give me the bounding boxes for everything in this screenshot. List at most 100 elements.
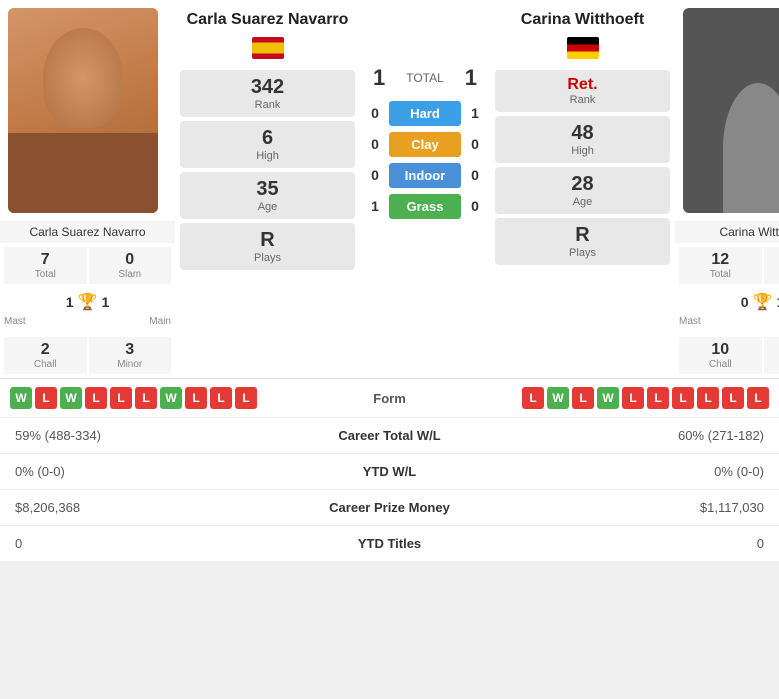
right-form-badges: L W L W L L L L L L <box>446 387 770 409</box>
right-plays-box: R Plays <box>495 218 670 265</box>
right-high-box: 48 High <box>495 116 670 163</box>
right-minor-cell: 1 Minor <box>764 337 779 374</box>
right-ytd-wl: 0% (0-0) <box>490 464 765 479</box>
ytd-wl-row: 0% (0-0) YTD W/L 0% (0-0) <box>0 453 779 489</box>
left-total-score: 1 <box>373 65 385 91</box>
right-slam-cell: 0 Slam <box>764 247 779 284</box>
right-hard-score: 1 <box>465 105 485 121</box>
left-high-box: 6 High <box>180 121 355 168</box>
left-ytd-wl: 0% (0-0) <box>15 464 290 479</box>
court-row-grass: 1 Grass 0 <box>365 194 485 219</box>
left-form-4: L <box>85 387 107 409</box>
total-row: 1 Total 1 <box>365 65 485 91</box>
left-prize: $8,206,368 <box>15 500 290 515</box>
left-stats-grid: 7 Total 0 Slam <box>0 243 175 288</box>
right-ytd-titles: 0 <box>490 536 765 551</box>
left-form-2: L <box>35 387 57 409</box>
left-trophy-row: 1 🏆 1 <box>0 288 175 316</box>
right-form-8: L <box>697 387 719 409</box>
court-row-indoor: 0 Indoor 0 <box>365 163 485 188</box>
right-form-1: L <box>522 387 544 409</box>
right-flag-de <box>567 37 599 59</box>
right-form-2: W <box>547 387 569 409</box>
left-career-total: 59% (488-334) <box>15 428 290 443</box>
right-player-name-below: Carina Witthoeft <box>675 221 779 243</box>
main-container: Carla Suarez Navarro 7 Total 0 Slam 1 🏆 … <box>0 0 779 561</box>
left-total-cell: 7 Total <box>4 247 87 284</box>
left-form-7: W <box>160 387 182 409</box>
right-form-4: W <box>597 387 619 409</box>
right-grass-score: 0 <box>465 198 485 214</box>
left-player-col: Carla Suarez Navarro 7 Total 0 Slam 1 🏆 … <box>0 0 175 378</box>
left-flag <box>252 37 284 62</box>
left-flag-es <box>252 37 284 59</box>
right-chall-minor: 10 Chall 1 Minor <box>675 333 779 378</box>
left-form-9: L <box>210 387 232 409</box>
courts-section: 1 Total 1 0 Hard 1 0 Clay 0 0 <box>360 0 490 284</box>
left-form-3: W <box>60 387 82 409</box>
right-age-box: 28 Age <box>495 167 670 214</box>
right-mast-cell: 0 🏆 1 <box>679 292 779 312</box>
left-mast-cell: 1 🏆 1 <box>4 292 171 312</box>
right-trophy-row: 0 🏆 1 <box>675 288 779 316</box>
right-form-9: L <box>722 387 744 409</box>
left-center-stats: Carla Suarez Navarro 342 Rank 6 High 35 … <box>175 0 360 284</box>
left-age-box: 35 Age <box>180 172 355 219</box>
right-indoor-score: 0 <box>465 167 485 183</box>
prize-label: Career Prize Money <box>290 500 490 515</box>
career-total-row: 59% (488-334) Career Total W/L 60% (271-… <box>0 417 779 453</box>
indoor-badge: Indoor <box>389 163 461 188</box>
right-stats-grid: 12 Total 0 Slam <box>675 243 779 288</box>
right-mast-main-labels: Mast Main <box>675 316 779 333</box>
right-form-3: L <box>572 387 594 409</box>
clay-badge: Clay <box>389 132 461 157</box>
right-player-face <box>683 8 779 213</box>
right-prize: $1,117,030 <box>490 500 765 515</box>
ytd-titles-row: 0 YTD Titles 0 <box>0 525 779 561</box>
left-form-8: L <box>185 387 207 409</box>
ytd-titles-label: YTD Titles <box>290 536 490 551</box>
left-ytd-titles: 0 <box>15 536 290 551</box>
court-row-clay: 0 Clay 0 <box>365 132 485 157</box>
left-player-photo <box>8 8 158 213</box>
left-indoor-score: 0 <box>365 167 385 183</box>
ytd-wl-label: YTD W/L <box>290 464 490 479</box>
career-total-label: Career Total W/L <box>290 428 490 443</box>
right-rank-box: Ret. Rank <box>495 70 670 112</box>
right-form-6: L <box>647 387 669 409</box>
left-rank-box: 342 Rank <box>180 70 355 117</box>
right-flag <box>567 37 599 62</box>
left-grass-score: 1 <box>365 198 385 214</box>
left-minor-cell: 3 Minor <box>89 337 172 374</box>
left-form-6: L <box>135 387 157 409</box>
left-form-10: L <box>235 387 257 409</box>
right-career-total: 60% (271-182) <box>490 428 765 443</box>
left-mast-main-labels: Mast Main <box>0 316 175 333</box>
grass-badge: Grass <box>389 194 461 219</box>
right-form-5: L <box>622 387 644 409</box>
court-row-hard: 0 Hard 1 <box>365 101 485 126</box>
left-player-name: Carla Suarez Navarro <box>187 10 349 31</box>
form-label: Form <box>340 391 440 406</box>
left-player-name-below: Carla Suarez Navarro <box>0 221 175 243</box>
center-col: Carla Suarez Navarro 342 Rank 6 High 35 … <box>175 0 675 284</box>
total-label: Total <box>406 71 444 85</box>
left-slam-cell: 0 Slam <box>89 247 172 284</box>
right-center-stats: Carina Witthoeft Ret. Rank 48 High 28 Ag… <box>490 0 675 284</box>
right-chall-cell: 10 Chall <box>679 337 762 374</box>
players-row: Carla Suarez Navarro 7 Total 0 Slam 1 🏆 … <box>0 0 779 378</box>
left-form-5: L <box>110 387 132 409</box>
right-form-7: L <box>672 387 694 409</box>
right-player-name: Carina Witthoeft <box>521 10 644 31</box>
right-player-photo <box>683 8 779 213</box>
right-total-score: 1 <box>465 65 477 91</box>
hard-badge: Hard <box>389 101 461 126</box>
left-form-1: W <box>10 387 32 409</box>
left-form-badges: W L W L L L W L L L <box>10 387 334 409</box>
form-section: W L W L L L W L L L Form L W L W L L L L… <box>0 378 779 417</box>
right-clay-score: 0 <box>465 136 485 152</box>
left-hard-score: 0 <box>365 105 385 121</box>
stats-rows: 59% (488-334) Career Total W/L 60% (271-… <box>0 417 779 561</box>
left-plays-box: R Plays <box>180 223 355 270</box>
left-chall-cell: 2 Chall <box>4 337 87 374</box>
